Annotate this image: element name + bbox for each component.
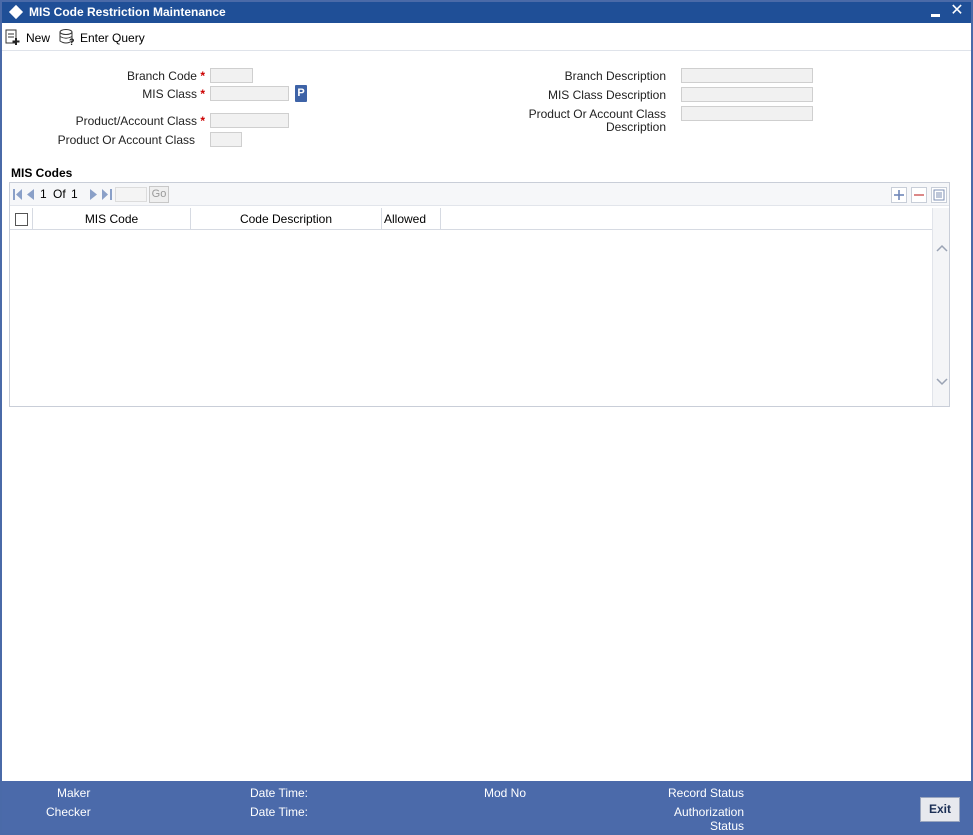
single-view-button[interactable] (931, 187, 947, 203)
delete-row-button[interactable] (911, 187, 927, 203)
grid-header-row: MIS Code Code Description Allowed (10, 208, 932, 230)
select-all-cell (10, 208, 33, 230)
query-database-icon: ? (59, 29, 75, 46)
scroll-up-icon[interactable] (936, 244, 948, 252)
audit-footer: Maker Checker Date Time: Date Time: Mod … (2, 781, 971, 833)
go-button[interactable]: Go (149, 186, 169, 203)
previous-page-icon[interactable] (27, 189, 34, 200)
product-or-account-class-description-field[interactable] (681, 106, 813, 121)
product-or-account-class-field[interactable] (210, 132, 242, 147)
product-or-account-class-description-label-line2: Description (605, 120, 666, 134)
window-title: MIS Code Restriction Maintenance (29, 5, 226, 19)
title-bar: MIS Code Restriction Maintenance ✕ (2, 2, 971, 23)
column-header-allowed[interactable]: Allowed (382, 208, 441, 230)
next-page-icon[interactable] (90, 189, 97, 200)
svg-text:?: ? (69, 37, 75, 46)
product-or-account-class-label: Product Or Account Class (57, 133, 195, 147)
grid-vertical-scrollbar[interactable] (932, 208, 949, 406)
first-page-icon[interactable] (13, 189, 23, 200)
add-row-button[interactable] (891, 187, 907, 203)
required-marker: * (200, 69, 205, 83)
branch-code-label: Branch Code * (127, 69, 205, 83)
mis-class-lov-button[interactable]: P (295, 85, 307, 102)
branch-code-label-text: Branch Code (126, 69, 197, 83)
mis-class-description-field[interactable] (681, 87, 813, 102)
new-document-icon (5, 29, 20, 45)
checker-label: Checker (46, 805, 91, 819)
mis-codes-grid: 1 Of 1 Go MIS Code Code Description Allo… (9, 182, 950, 407)
enter-query-button-label: Enter Query (80, 31, 145, 45)
authorization-status-label-line1: Authorization (673, 805, 744, 819)
authorization-status-label-line2: Status (709, 819, 744, 833)
product-or-account-class-description-label: Product Or Account Class Description (529, 108, 666, 134)
grid-pagination-bar: 1 Of 1 Go (10, 183, 949, 206)
authorization-status-label: Authorization Status (674, 805, 744, 833)
column-header-code-description[interactable]: Code Description (191, 208, 382, 230)
mis-class-field[interactable] (210, 86, 289, 101)
window-diamond-icon (8, 4, 24, 20)
of-label: Of (53, 187, 66, 201)
mis-class-description-label: MIS Class Description (547, 88, 666, 102)
branch-description-label: Branch Description (564, 69, 666, 83)
checker-date-time-label: Date Time: (250, 805, 309, 819)
toolbar: New ? Enter Query (2, 23, 971, 51)
required-marker: * (200, 114, 205, 128)
list-view-icon (933, 189, 945, 201)
required-marker: * (200, 87, 205, 101)
mis-code-restriction-window: MIS Code Restriction Maintenance ✕ New ?… (0, 0, 973, 835)
record-status-label: Record Status (668, 786, 745, 800)
column-header-mis-code[interactable]: MIS Code (33, 208, 191, 230)
product-account-class-field[interactable] (210, 113, 289, 128)
scroll-down-icon[interactable] (936, 378, 948, 386)
mod-no-label: Mod No (484, 786, 527, 800)
minimize-icon[interactable] (929, 4, 943, 20)
exit-button[interactable]: Exit (920, 797, 960, 822)
total-pages: 1 (71, 187, 78, 201)
select-all-checkbox[interactable] (15, 213, 28, 226)
new-button[interactable]: New (5, 28, 51, 46)
last-page-icon[interactable] (102, 189, 112, 200)
close-icon[interactable]: ✕ (949, 2, 965, 20)
minus-icon (914, 194, 924, 196)
mis-class-label-text: MIS Class (142, 87, 197, 101)
branch-description-field[interactable] (681, 68, 813, 83)
maker-label: Maker (57, 786, 91, 800)
enter-query-button[interactable]: ? Enter Query (58, 28, 148, 46)
product-account-class-label: Product/Account Class * (76, 114, 205, 128)
mis-codes-section-title: MIS Codes (11, 166, 73, 180)
product-account-class-label-text: Product/Account Class (75, 114, 197, 128)
plus-icon (894, 190, 904, 200)
current-page: 1 (40, 187, 47, 201)
branch-code-field[interactable] (210, 68, 253, 83)
new-button-label: New (26, 31, 51, 45)
maker-date-time-label: Date Time: (250, 786, 309, 800)
page-number-input[interactable] (115, 187, 147, 202)
mis-class-label: MIS Class * (142, 87, 205, 101)
